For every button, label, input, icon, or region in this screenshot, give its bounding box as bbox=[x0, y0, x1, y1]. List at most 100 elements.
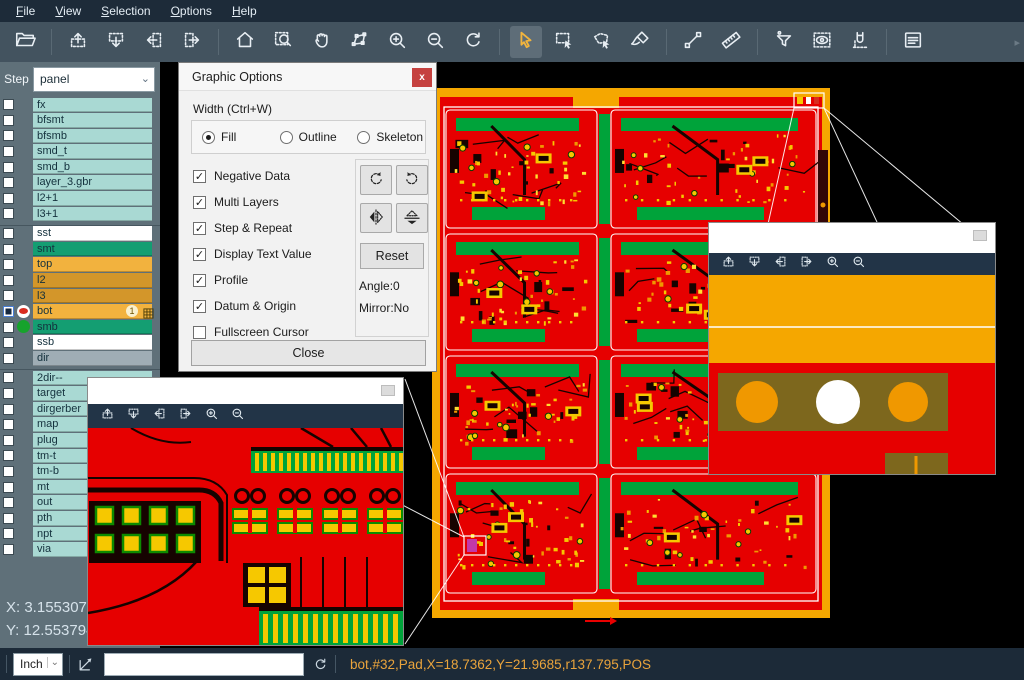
refresh-icon[interactable] bbox=[312, 656, 329, 673]
measure-polygon-button[interactable] bbox=[343, 26, 375, 58]
rotate-cw-button[interactable] bbox=[360, 165, 392, 195]
window-button[interactable] bbox=[381, 385, 395, 396]
layer-checkbox[interactable] bbox=[3, 290, 14, 301]
shift-left-button[interactable] bbox=[767, 254, 793, 274]
command-input[interactable] bbox=[104, 653, 304, 676]
toolbar-overflow-chevron[interactable]: ▸ bbox=[1014, 36, 1020, 49]
close-button[interactable]: Close bbox=[191, 340, 426, 366]
zoom-out-button[interactable] bbox=[845, 254, 871, 274]
snap-magnet-button[interactable] bbox=[844, 26, 876, 58]
close-icon[interactable]: x bbox=[412, 68, 432, 87]
layer-checkbox[interactable] bbox=[3, 177, 14, 188]
layer-form-button[interactable] bbox=[897, 26, 929, 58]
measure-line-button[interactable] bbox=[677, 26, 709, 58]
shift-right-button[interactable] bbox=[176, 26, 208, 58]
open-folder-button[interactable] bbox=[9, 26, 41, 58]
layer-checkbox[interactable] bbox=[3, 544, 14, 555]
layer-checkbox[interactable] bbox=[3, 353, 14, 364]
shift-down-button[interactable] bbox=[120, 406, 146, 426]
magnifier-title-bar[interactable] bbox=[88, 378, 403, 404]
checkbox-negative-data[interactable]: ✓Negative Data bbox=[193, 163, 312, 189]
clean-brush-button[interactable] bbox=[624, 26, 656, 58]
layer-checkbox[interactable] bbox=[3, 162, 14, 173]
menu-item-help[interactable]: Help bbox=[222, 0, 267, 22]
checkbox-datum-origin[interactable]: ✓Datum & Origin bbox=[193, 293, 312, 319]
layer-checkbox[interactable] bbox=[3, 435, 14, 446]
layer-row-smd_b[interactable]: smd_b bbox=[0, 159, 160, 175]
layer-checkbox[interactable] bbox=[3, 482, 14, 493]
layer-checkbox[interactable] bbox=[3, 99, 14, 110]
menu-item-file[interactable]: File bbox=[6, 0, 45, 22]
window-button[interactable] bbox=[973, 230, 987, 241]
layer-row-ssb[interactable]: ssb bbox=[0, 335, 160, 351]
ruler-button[interactable] bbox=[715, 26, 747, 58]
layer-checkbox[interactable] bbox=[3, 146, 14, 157]
layer-checkbox[interactable] bbox=[3, 337, 14, 348]
zoom-previous-button[interactable] bbox=[457, 26, 489, 58]
home-view-button[interactable] bbox=[229, 26, 261, 58]
radio-fill[interactable]: Fill bbox=[202, 130, 270, 144]
shift-up-button[interactable] bbox=[715, 254, 741, 274]
menu-item-view[interactable]: View bbox=[45, 0, 91, 22]
pan-hand-button[interactable] bbox=[305, 26, 337, 58]
layer-checkbox[interactable] bbox=[3, 497, 14, 508]
layer-row-smd_t[interactable]: smd_t bbox=[0, 144, 160, 160]
layer-row-fx[interactable]: fx bbox=[0, 97, 160, 113]
checkbox-display-text-value[interactable]: ✓Display Text Value bbox=[193, 241, 312, 267]
radio-skeleton[interactable]: Skeleton bbox=[357, 130, 425, 144]
layer-checkbox[interactable] bbox=[3, 404, 14, 415]
layer-row-top[interactable]: top bbox=[0, 257, 160, 273]
zoom-in-button[interactable] bbox=[819, 254, 845, 274]
reset-button[interactable]: Reset bbox=[360, 243, 424, 269]
zoom-out-button[interactable] bbox=[419, 26, 451, 58]
shift-up-button[interactable] bbox=[62, 26, 94, 58]
layer-checkbox[interactable] bbox=[3, 130, 14, 141]
view-options-button[interactable] bbox=[806, 26, 838, 58]
layer-checkbox[interactable] bbox=[3, 388, 14, 399]
step-select[interactable]: panel ⌄ bbox=[33, 67, 155, 92]
layer-row-l2[interactable]: l2 bbox=[0, 273, 160, 289]
layer-checkbox[interactable] bbox=[3, 419, 14, 430]
magnifier-title-bar[interactable] bbox=[709, 223, 995, 253]
mirror-horizontal-button[interactable] bbox=[360, 203, 392, 233]
layer-checkbox[interactable] bbox=[3, 228, 14, 239]
angle-tool-icon[interactable] bbox=[76, 654, 96, 674]
select-rect-button[interactable] bbox=[548, 26, 580, 58]
menu-item-selection[interactable]: Selection bbox=[91, 0, 160, 22]
shift-right-button[interactable] bbox=[793, 254, 819, 274]
layer-checkbox[interactable] bbox=[3, 372, 14, 383]
layer-row-smb[interactable]: smb bbox=[0, 319, 160, 335]
checkbox-profile[interactable]: ✓Profile bbox=[193, 267, 312, 293]
select-cursor-button[interactable] bbox=[510, 26, 542, 58]
zoom-out-button[interactable] bbox=[224, 406, 250, 426]
layer-row-sst[interactable]: sst bbox=[0, 226, 160, 242]
layer-checkbox[interactable] bbox=[3, 322, 14, 333]
layer-checkbox[interactable] bbox=[3, 275, 14, 286]
shift-left-button[interactable] bbox=[146, 406, 172, 426]
rotate-ccw-button[interactable] bbox=[396, 165, 428, 195]
radio-outline[interactable]: Outline bbox=[280, 130, 348, 144]
layer-checkbox[interactable] bbox=[3, 115, 14, 126]
layer-row-l2+1[interactable]: l2+1 bbox=[0, 191, 160, 207]
zoom-in-button[interactable] bbox=[198, 406, 224, 426]
layer-checkbox[interactable] bbox=[3, 193, 14, 204]
layer-checkbox[interactable] bbox=[3, 259, 14, 270]
layer-checkbox[interactable] bbox=[3, 513, 14, 524]
layer-row-bot[interactable]: bot1 bbox=[0, 304, 160, 320]
shift-down-button[interactable] bbox=[741, 254, 767, 274]
layer-checkbox[interactable] bbox=[3, 244, 14, 255]
menu-item-options[interactable]: Options bbox=[161, 0, 222, 22]
filter-button[interactable] bbox=[768, 26, 800, 58]
layer-row-layer_3.gbr[interactable]: layer_3.gbr bbox=[0, 175, 160, 191]
layer-checkbox[interactable] bbox=[3, 528, 14, 539]
layer-row-smt[interactable]: smt bbox=[0, 241, 160, 257]
checkbox-multi-layers[interactable]: ✓Multi Layers bbox=[193, 189, 312, 215]
shift-right-button[interactable] bbox=[172, 406, 198, 426]
shift-down-button[interactable] bbox=[100, 26, 132, 58]
layer-row-l3+1[interactable]: l3+1 bbox=[0, 206, 160, 222]
layer-checkbox[interactable] bbox=[3, 208, 14, 219]
layer-row-bfsmb[interactable]: bfsmb bbox=[0, 128, 160, 144]
checkbox-step-repeat[interactable]: ✓Step & Repeat bbox=[193, 215, 312, 241]
unit-select[interactable]: Inch ⌄ bbox=[13, 653, 63, 676]
layer-row-l3[interactable]: l3 bbox=[0, 288, 160, 304]
